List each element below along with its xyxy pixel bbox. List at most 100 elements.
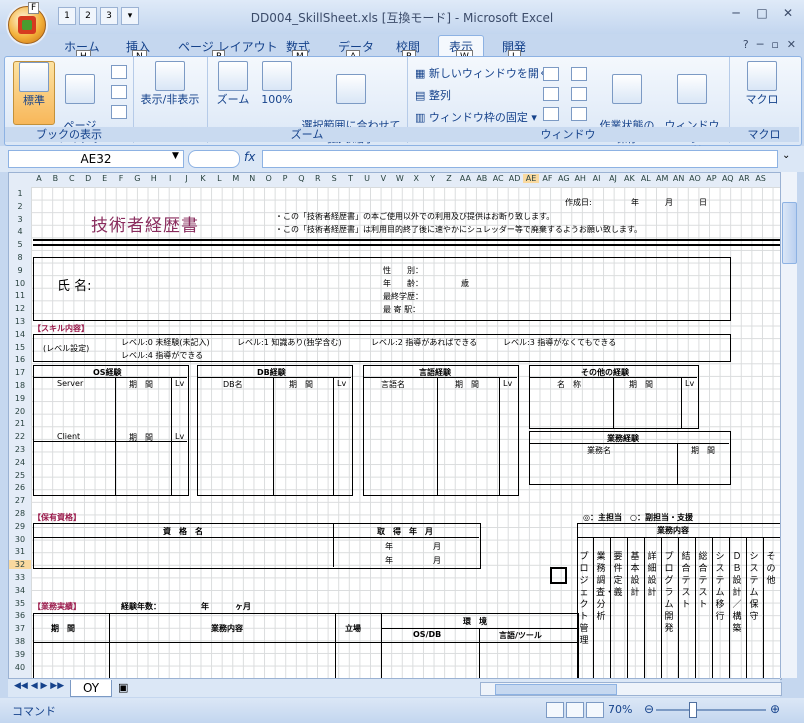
custom-view-icon[interactable] <box>111 85 127 99</box>
column-header[interactable]: AR <box>736 174 752 183</box>
zoom-100-button[interactable]: 100% <box>257 61 297 123</box>
switch-window-button[interactable]: ウィンドウの 切り替え <box>661 61 723 158</box>
row-header[interactable]: 13 <box>9 317 31 326</box>
column-header[interactable]: AB <box>474 174 490 183</box>
column-header[interactable]: S <box>326 174 342 183</box>
zoom-slider[interactable] <box>656 709 766 711</box>
row-header[interactable]: 12 <box>9 304 31 313</box>
normal-view-status-icon[interactable] <box>546 702 564 718</box>
sheet-nav-icon[interactable]: ◀◀ ◀ ▶ ▶▶ <box>14 681 64 691</box>
column-header[interactable]: X <box>408 174 424 183</box>
row-header[interactable]: 30 <box>9 535 31 544</box>
row-header[interactable]: 3 <box>9 215 31 224</box>
reset-position-icon[interactable] <box>571 107 587 121</box>
row-header[interactable]: 32 <box>9 560 31 570</box>
vertical-scrollbar[interactable] <box>780 172 797 678</box>
zoom-knob[interactable] <box>689 702 697 718</box>
row-header[interactable]: 38 <box>9 637 31 646</box>
freeze-panes-button[interactable]: ▥ ウィンドウ枠の固定 ▾ <box>415 109 537 125</box>
column-header[interactable]: AH <box>572 174 588 183</box>
sheet-tab-oy[interactable]: OY <box>70 680 113 697</box>
column-header[interactable]: AS <box>753 174 769 183</box>
column-header[interactable]: R <box>310 174 326 183</box>
sync-scroll-icon[interactable] <box>571 87 587 101</box>
column-header[interactable]: AJ <box>605 174 621 183</box>
column-header[interactable]: AK <box>621 174 637 183</box>
row-header[interactable]: 9 <box>9 266 31 275</box>
column-header[interactable]: C <box>64 174 80 183</box>
close-button[interactable]: ✕ <box>776 4 800 22</box>
vertical-scroll-thumb[interactable] <box>782 202 797 264</box>
cell-grid[interactable]: 技術者経歴書 ・この「技術者経歴書」の本ご使用以外での利用及び提供はお断り致しま… <box>31 187 781 679</box>
column-header[interactable]: AN <box>671 174 687 183</box>
column-header[interactable]: AE <box>523 174 539 183</box>
column-header[interactable]: U <box>359 174 375 183</box>
column-header[interactable]: Z <box>441 174 457 183</box>
row-header[interactable]: 18 <box>9 381 31 390</box>
row-header[interactable]: 17 <box>9 368 31 377</box>
macro-button[interactable]: マクロ <box>737 61 787 123</box>
row-header[interactable]: 10 <box>9 279 31 288</box>
row-header[interactable]: 24 <box>9 458 31 467</box>
column-header[interactable]: O <box>261 174 277 183</box>
column-header[interactable]: M <box>228 174 244 183</box>
expand-formula-icon[interactable]: ⌄ <box>782 150 790 161</box>
row-header[interactable]: 21 <box>9 419 31 428</box>
column-header[interactable]: AQ <box>720 174 736 183</box>
row-header[interactable]: 19 <box>9 394 31 403</box>
maximize-button[interactable]: □ <box>750 4 774 22</box>
row-header[interactable]: 28 <box>9 509 31 518</box>
column-header[interactable]: N <box>244 174 260 183</box>
row-header[interactable]: 11 <box>9 291 31 300</box>
row-header[interactable]: 40 <box>9 663 31 672</box>
column-header[interactable]: V <box>375 174 391 183</box>
page-break-icon[interactable] <box>111 65 127 79</box>
arrange-button[interactable]: ▤ 整列 <box>415 87 451 103</box>
zoom-level[interactable]: 70% <box>608 703 632 716</box>
row-header[interactable]: 36 <box>9 611 31 620</box>
fullscreen-icon[interactable] <box>111 105 127 119</box>
column-header[interactable]: AP <box>703 174 719 183</box>
row-header[interactable]: 8 <box>9 253 31 262</box>
column-header[interactable]: P <box>277 174 293 183</box>
column-header[interactable]: I <box>162 174 178 183</box>
column-header[interactable]: AA <box>457 174 473 183</box>
row-header[interactable]: 1 <box>9 189 31 198</box>
column-header[interactable]: AF <box>539 174 555 183</box>
office-button[interactable] <box>8 6 46 44</box>
row-header[interactable]: 16 <box>9 355 31 364</box>
row-header[interactable]: 27 <box>9 496 31 505</box>
horizontal-scroll-thumb[interactable] <box>495 684 617 695</box>
zoom-out-icon[interactable]: ⊖ <box>644 702 654 716</box>
column-header[interactable]: L <box>211 174 227 183</box>
unhide-window-icon[interactable] <box>543 107 559 121</box>
column-header[interactable]: AL <box>638 174 654 183</box>
column-header[interactable]: B <box>47 174 63 183</box>
page-layout-status-icon[interactable] <box>566 702 584 718</box>
name-box[interactable]: AE32 <box>8 150 184 168</box>
column-header[interactable]: K <box>195 174 211 183</box>
row-header[interactable]: 39 <box>9 650 31 659</box>
help-icon[interactable]: ? <box>743 38 749 51</box>
column-header[interactable]: AD <box>507 174 523 183</box>
page-break-status-icon[interactable] <box>586 702 604 718</box>
column-header[interactable]: T <box>343 174 359 183</box>
new-sheet-icon[interactable]: ▣ <box>118 681 128 694</box>
row-header[interactable]: 4 <box>9 227 31 236</box>
row-header[interactable]: 15 <box>9 343 31 352</box>
formula-input[interactable] <box>262 150 778 168</box>
new-window-button[interactable]: ▦ 新しいウィンドウを開く <box>415 65 550 81</box>
ribbon-minimize-icon[interactable]: ─ <box>757 38 764 51</box>
zoom-in-icon[interactable]: ⊕ <box>770 702 780 716</box>
row-header[interactable]: 26 <box>9 483 31 492</box>
column-header[interactable]: AI <box>589 174 605 183</box>
side-by-side-icon[interactable] <box>571 67 587 81</box>
show-hide-button[interactable]: 表示/非表示 <box>137 61 203 123</box>
column-header[interactable]: AC <box>490 174 506 183</box>
column-header[interactable]: F <box>113 174 129 183</box>
row-header[interactable]: 2 <box>9 202 31 211</box>
hide-window-icon[interactable] <box>543 87 559 101</box>
active-cell[interactable] <box>550 567 567 584</box>
row-header[interactable]: 14 <box>9 330 31 339</box>
ribbon-close-icon[interactable]: ✕ <box>787 38 796 51</box>
